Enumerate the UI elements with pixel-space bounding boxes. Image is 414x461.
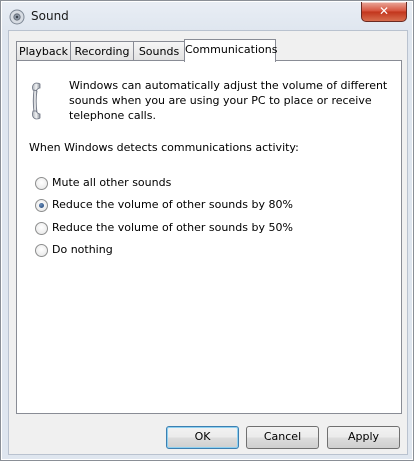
- dialog-client-area: Playback Recording Sounds Communications…: [8, 30, 408, 455]
- cancel-button[interactable]: Cancel: [246, 426, 319, 449]
- radio-button-selected[interactable]: [35, 199, 48, 212]
- speaker-icon: [9, 9, 25, 25]
- radio-label[interactable]: Reduce the volume of other sounds by 80%: [52, 198, 293, 212]
- tab-sounds[interactable]: Sounds: [133, 41, 185, 61]
- tab-recording[interactable]: Recording: [70, 41, 134, 61]
- radio-label[interactable]: Mute all other sounds: [52, 176, 171, 190]
- radio-selected-dot: [39, 203, 44, 208]
- window-title: Sound: [31, 9, 69, 23]
- telephone-handset-icon: [32, 82, 41, 120]
- close-icon: ✕: [378, 4, 390, 18]
- close-button[interactable]: ✕: [361, 2, 407, 22]
- communications-panel: Windows can automatically adjust the vol…: [16, 60, 402, 414]
- title-bar[interactable]: Sound ✕: [2, 2, 412, 30]
- radio-label[interactable]: Reduce the volume of other sounds by 50%: [52, 221, 293, 235]
- radio-button[interactable]: [35, 222, 48, 235]
- apply-button[interactable]: Apply: [327, 426, 400, 449]
- radio-button[interactable]: [35, 177, 48, 190]
- communications-prompt: When Windows detects communications acti…: [29, 141, 299, 154]
- tab-playback[interactable]: Playback: [16, 41, 71, 61]
- sound-dialog: Sound ✕ Playback Recording Sounds Commun…: [0, 0, 414, 461]
- radio-label[interactable]: Do nothing: [52, 243, 113, 257]
- tab-communications[interactable]: Communications: [184, 39, 277, 62]
- radio-button[interactable]: [35, 244, 48, 257]
- communications-description: Windows can automatically adjust the vol…: [69, 79, 388, 122]
- ok-button[interactable]: OK: [166, 426, 239, 449]
